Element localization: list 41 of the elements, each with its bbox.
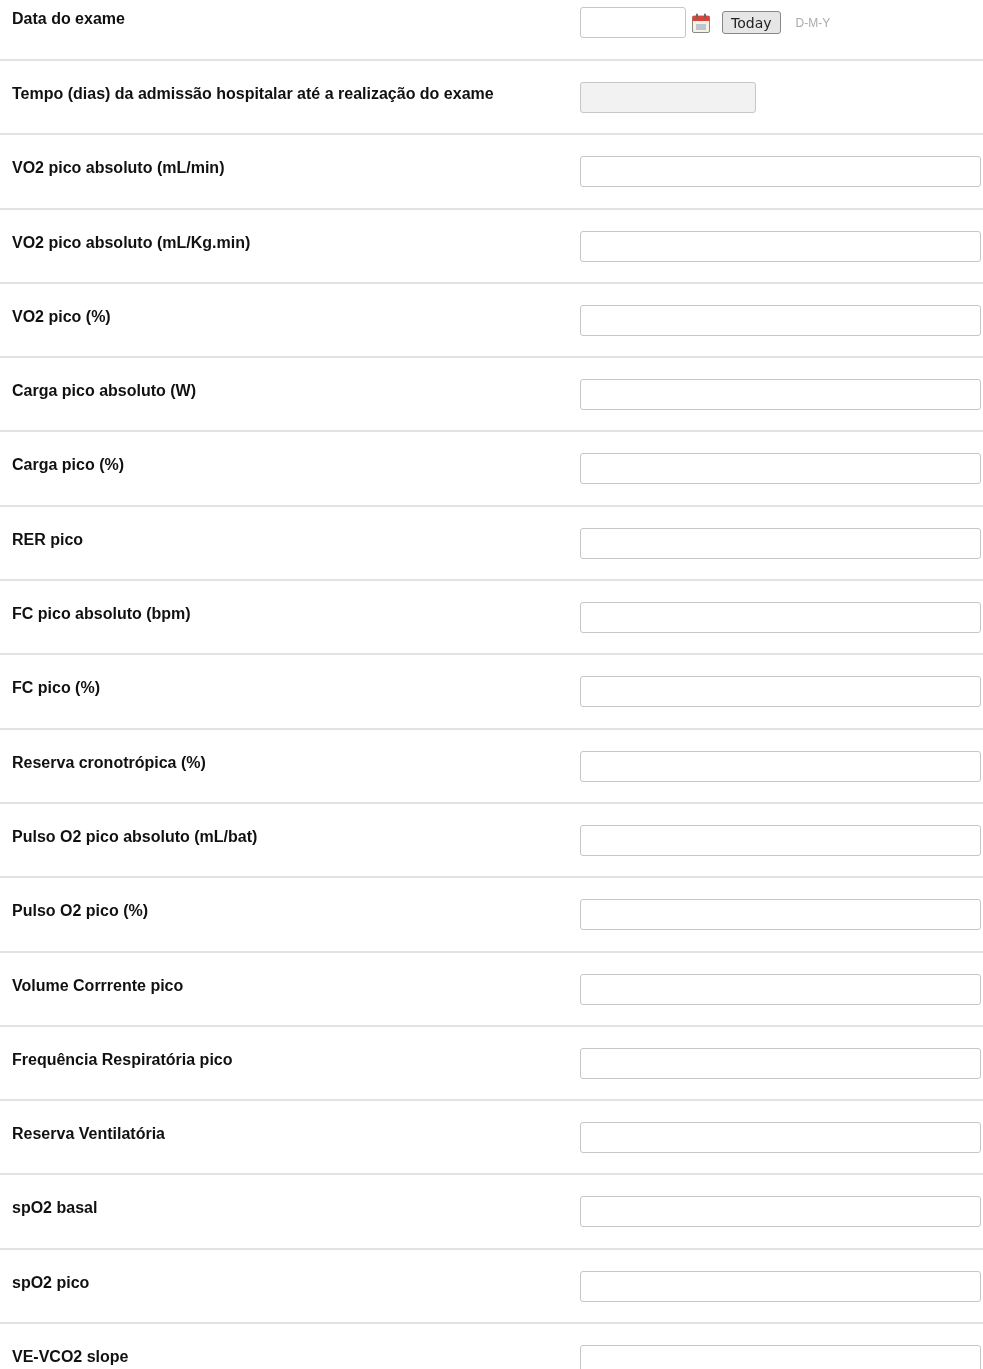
input-field[interactable] bbox=[580, 453, 981, 485]
input-field[interactable] bbox=[580, 1196, 981, 1228]
field-label: VO2 pico absoluto (mL/min) bbox=[11, 158, 226, 179]
field-label: Volume Corrrente pico bbox=[11, 975, 185, 996]
field-label: Pulso O2 pico (%) bbox=[11, 901, 149, 922]
field-label: VE-VCO2 slope bbox=[11, 1347, 130, 1368]
field-label: VO2 pico (%) bbox=[11, 306, 112, 327]
input-field[interactable] bbox=[580, 1270, 981, 1302]
field-label: VO2 pico absoluto (mL/Kg.min) bbox=[11, 232, 252, 253]
field-label: Tempo (dias) da admissão hospitalar até a realização do exame bbox=[11, 84, 495, 104]
field-label: FC pico (%) bbox=[11, 678, 101, 699]
input-field[interactable] bbox=[580, 1345, 981, 1369]
input-field[interactable] bbox=[580, 899, 981, 931]
field-label: Pulso O2 pico absoluto (mL/bat) bbox=[11, 826, 259, 847]
input-field[interactable] bbox=[580, 379, 981, 411]
input-field[interactable] bbox=[580, 527, 981, 559]
input-field[interactable] bbox=[580, 1047, 981, 1079]
field-label: Data do exame bbox=[11, 9, 126, 29]
field-label: RER pico bbox=[11, 529, 85, 550]
input-field[interactable] bbox=[580, 230, 981, 262]
input-field[interactable] bbox=[580, 973, 981, 1005]
date-format-hint: D-M-Y bbox=[795, 15, 831, 30]
readonly-field[interactable] bbox=[580, 82, 756, 113]
input-field[interactable] bbox=[580, 156, 981, 188]
field-label: Reserva Ventilatória bbox=[11, 1124, 166, 1145]
field-label: Frequência Respiratória pico bbox=[11, 1049, 234, 1070]
input-field[interactable] bbox=[580, 824, 981, 856]
input-field[interactable] bbox=[580, 750, 981, 782]
field-label: FC pico absoluto (bpm) bbox=[11, 604, 192, 625]
calendar-icon[interactable] bbox=[692, 12, 710, 33]
field-label: Carga pico absoluto (W) bbox=[11, 381, 197, 402]
field-label: Carga pico (%) bbox=[11, 455, 125, 476]
field-label: Reserva cronotrópica (%) bbox=[11, 752, 207, 773]
input-field[interactable] bbox=[580, 676, 981, 708]
date-field[interactable] bbox=[580, 7, 686, 38]
field-label: spO2 pico bbox=[11, 1272, 91, 1293]
input-field[interactable] bbox=[580, 1122, 981, 1154]
input-field[interactable] bbox=[580, 304, 981, 336]
today-button[interactable]: Today bbox=[722, 11, 781, 34]
field-label: spO2 basal bbox=[11, 1198, 99, 1219]
input-field[interactable] bbox=[580, 602, 981, 634]
